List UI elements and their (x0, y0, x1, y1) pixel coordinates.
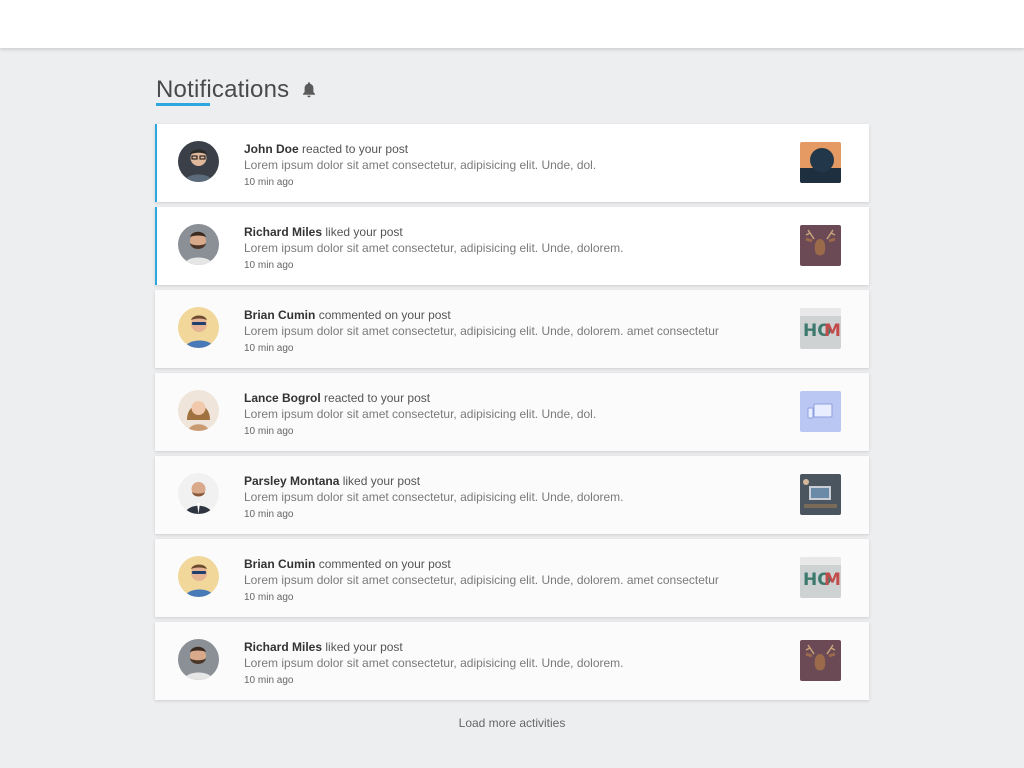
notification-card[interactable]: Richard Miles liked your post Lorem ipsu… (155, 622, 869, 700)
man-glasses-avatar[interactable] (178, 141, 219, 182)
bearded-man-avatar[interactable] (178, 639, 219, 680)
bell-icon[interactable] (301, 81, 317, 99)
svg-text:ME: ME (824, 570, 841, 590)
notification-card[interactable]: Parsley Montana liked your post Lorem ip… (155, 456, 869, 534)
user-name[interactable]: Brian Cumin (244, 557, 315, 571)
notification-action: liked your post (325, 640, 403, 654)
notification-headline: Richard Miles liked your post (244, 224, 784, 240)
load-more-link[interactable]: Load more activities (0, 716, 1024, 730)
deer-thumbnail[interactable] (800, 640, 841, 681)
notification-content: Parsley Montana liked your post Lorem ip… (244, 473, 784, 524)
notification-headline: Lance Bogrol reacted to your post (244, 390, 784, 406)
notification-message: Lorem ipsum dolor sit amet consectetur, … (244, 656, 624, 670)
notification-content: Richard Miles liked your post Lorem ipsu… (244, 639, 784, 690)
notification-action: commented on your post (318, 308, 451, 322)
notification-time: 10 min ago (244, 509, 294, 520)
notification-content: Richard Miles liked your post Lorem ipsu… (244, 224, 784, 275)
notification-action: liked your post (325, 225, 403, 239)
user-name[interactable]: Richard Miles (244, 225, 322, 239)
svg-text:ME: ME (824, 321, 841, 341)
notification-headline: Brian Cumin commented on your post (244, 307, 784, 323)
notification-content: Brian Cumin commented on your post Lorem… (244, 307, 784, 358)
notification-content: John Doe reacted to your post Lorem ipsu… (244, 141, 784, 192)
notification-time: 10 min ago (244, 675, 294, 686)
notification-content: Brian Cumin commented on your post Lorem… (244, 556, 784, 607)
notification-message: Lorem ipsum dolor sit amet consectetur, … (244, 407, 597, 421)
notification-headline: John Doe reacted to your post (244, 141, 784, 157)
bearded-man-avatar[interactable] (178, 224, 219, 265)
title-underline (156, 103, 210, 106)
sunglasses-man-avatar[interactable] (178, 307, 219, 348)
notification-message: Lorem ipsum dolor sit amet consectetur, … (244, 573, 719, 587)
notification-message: Lorem ipsum dolor sit amet consectetur, … (244, 324, 719, 338)
top-bar (0, 0, 1024, 48)
notification-card[interactable]: John Doe reacted to your post Lorem ipsu… (155, 124, 869, 202)
user-name[interactable]: John Doe (244, 142, 299, 156)
user-name[interactable]: Richard Miles (244, 640, 322, 654)
notification-headline: Brian Cumin commented on your post (244, 556, 784, 572)
sunset-moon-thumbnail[interactable] (800, 142, 841, 183)
woman-avatar[interactable] (178, 390, 219, 431)
notification-card[interactable]: Richard Miles liked your post Lorem ipsu… (155, 207, 869, 285)
devices-thumbnail[interactable] (800, 391, 841, 432)
notification-action: commented on your post (318, 557, 451, 571)
user-name[interactable]: Parsley Montana (244, 474, 339, 488)
notification-time: 10 min ago (244, 426, 294, 437)
home-sign-thumbnail[interactable]: HOME (800, 557, 841, 598)
notification-headline: Richard Miles liked your post (244, 639, 784, 655)
desk-thumbnail[interactable] (800, 474, 841, 515)
notification-list: John Doe reacted to your post Lorem ipsu… (155, 124, 869, 705)
notification-card[interactable]: Brian Cumin commented on your post Lorem… (155, 290, 869, 368)
notification-card[interactable]: Brian Cumin commented on your post Lorem… (155, 539, 869, 617)
notification-message: Lorem ipsum dolor sit amet consectetur, … (244, 490, 624, 504)
user-name[interactable]: Lance Bogrol (244, 391, 321, 405)
notification-card[interactable]: Lance Bogrol reacted to your post Lorem … (155, 373, 869, 451)
deer-thumbnail[interactable] (800, 225, 841, 266)
notification-message: Lorem ipsum dolor sit amet consectetur, … (244, 241, 624, 255)
user-name[interactable]: Brian Cumin (244, 308, 315, 322)
sunglasses-man-avatar[interactable] (178, 556, 219, 597)
notification-content: Lance Bogrol reacted to your post Lorem … (244, 390, 784, 441)
notification-action: reacted to your post (324, 391, 431, 405)
suited-man-avatar[interactable] (178, 473, 219, 514)
page-title: Notifications (156, 76, 290, 103)
notification-action: liked your post (342, 474, 421, 488)
notification-time: 10 min ago (244, 343, 294, 354)
notification-message: Lorem ipsum dolor sit amet consectetur, … (244, 158, 597, 172)
notification-time: 10 min ago (244, 177, 294, 188)
notification-action: reacted to your post (302, 142, 409, 156)
notification-time: 10 min ago (244, 592, 294, 603)
notification-headline: Parsley Montana liked your post (244, 473, 784, 489)
notification-time: 10 min ago (244, 260, 294, 271)
home-sign-thumbnail[interactable]: HOME (800, 308, 841, 349)
